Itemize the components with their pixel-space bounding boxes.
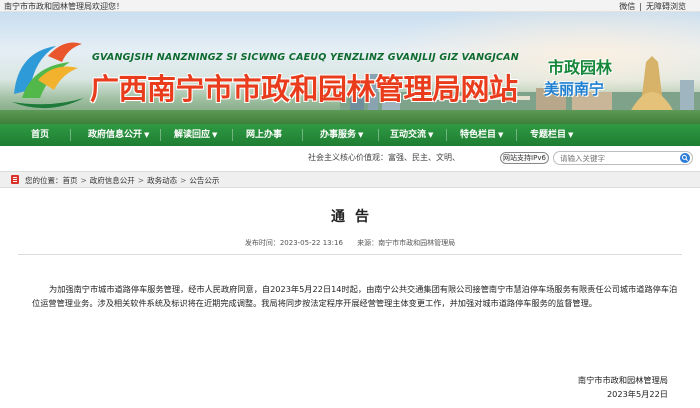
chevron-down-icon: ▼ xyxy=(568,131,574,139)
breadcrumb-gov-info[interactable]: 政府信息公开 xyxy=(90,176,135,185)
nav-interaction[interactable]: 互动交流 ▼ xyxy=(390,124,433,146)
top-links: 微信 | 无障碍浏览 xyxy=(619,2,686,11)
nav-services[interactable]: 办事服务 ▼ xyxy=(320,124,363,146)
signature-org: 南宁市市政和园林管理局 xyxy=(577,375,668,385)
location-icon xyxy=(11,175,19,184)
chevron-down-icon: ▼ xyxy=(358,131,364,139)
site-title: 广西南宁市市政和园林管理局网站 xyxy=(90,72,518,106)
search-box xyxy=(553,151,693,165)
nav-featured[interactable]: 特色栏目 ▼ xyxy=(460,124,503,146)
article-source: 来源：南宁市市政和园林管理局 xyxy=(357,239,456,247)
wechat-link[interactable]: 微信 xyxy=(619,2,635,11)
nav-gov-info[interactable]: 政府信息公开 ▼ xyxy=(88,124,149,146)
slogan-line-1: 市政园林 xyxy=(548,58,613,77)
chevron-down-icon: ▼ xyxy=(212,131,218,139)
signature-date: 2023年5月22日 xyxy=(606,389,668,399)
publish-time: 发布时间：2023-05-22 13:16 xyxy=(244,239,343,247)
divider xyxy=(18,254,682,255)
nav-online-service[interactable]: 网上办事 xyxy=(246,124,282,146)
nav-interpretation[interactable]: 解读回应 ▼ xyxy=(174,124,217,146)
chevron-down-icon: ▼ xyxy=(144,131,150,139)
slogan-line-2: 美丽南宁 xyxy=(544,80,605,98)
article-body: 为加强南宁市城市道路停车服务管理，经市人民政府同意，自2023年5月22日14时… xyxy=(32,284,678,308)
search-icon[interactable] xyxy=(680,153,690,163)
breadcrumb-prefix: 您的位置： xyxy=(25,176,63,185)
nav-topics[interactable]: 专题栏目 ▼ xyxy=(530,124,573,146)
nav-home[interactable]: 首页 xyxy=(31,124,49,146)
breadcrumb-news[interactable]: 政务动态 xyxy=(147,176,177,185)
breadcrumb-home[interactable]: 首页 xyxy=(63,176,78,185)
main-nav: 首页 政府信息公开 ▼ 解读回应 ▼ 网上办事 办事服务 ▼ 互动交流 ▼ 特色栏目 ▼ … xyxy=(0,124,700,146)
accessibility-link[interactable]: 无障碍浏览 xyxy=(646,2,686,11)
ipv6-badge[interactable]: 网站支持IPv6 xyxy=(500,152,549,164)
site-logo-icon xyxy=(12,42,84,109)
chevron-down-icon: ▼ xyxy=(498,131,504,139)
site-title-pinyin: GVANGJSIH NANZNINGZ SI SICWNG CAEUQ YENZ… xyxy=(92,52,519,63)
site-banner: GVANGJSIH NANZNINGZ SI SICWNG CAEUQ YENZ… xyxy=(0,12,700,124)
breadcrumb-notices[interactable]: 公告公示 xyxy=(189,176,219,185)
breadcrumb: 您的位置：首页 > 政府信息公开 > 政务动态 > 公告公示 xyxy=(0,171,700,188)
chevron-down-icon: ▼ xyxy=(428,131,434,139)
tool-bar: 社会主义核心价值观：富强、民主、文明、 网站支持IPv6 xyxy=(0,146,700,168)
core-values-ticker: 社会主义核心价值观：富强、民主、文明、 xyxy=(308,153,460,162)
article-title: 通告 xyxy=(331,209,379,225)
article-meta: 发布时间：2023-05-22 13:16 来源：南宁市市政和园林管理局 xyxy=(0,238,700,248)
article: 通告 发布时间：2023-05-22 13:16 来源：南宁市市政和园林管理局 … xyxy=(0,188,700,408)
search-input[interactable] xyxy=(560,153,675,163)
welcome-text: 南宁市市政和园林管理局欢迎您！ xyxy=(4,2,124,11)
top-bar: 南宁市市政和园林管理局欢迎您！ 微信 | 无障碍浏览 xyxy=(0,0,700,12)
article-signature: 南宁市市政和园林管理局 2023年5月22日 xyxy=(578,373,668,401)
